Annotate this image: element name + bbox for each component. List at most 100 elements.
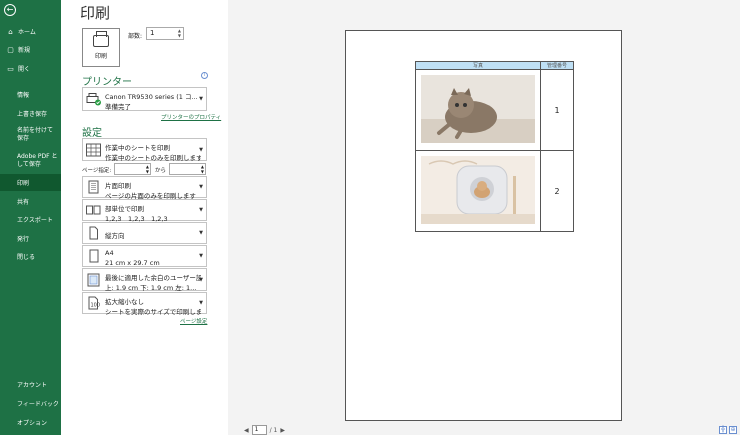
print-scope-desc: 作業中のシートのみを印刷します [105,154,201,162]
margins-title: 最後に適用した余白のユーザー設定 [105,274,201,282]
settings-heading: 設定 [82,128,102,139]
photo-cell [415,150,541,232]
sidebar-item-share[interactable]: 共有 [0,193,61,210]
sidebar-item-label: オプション [17,420,48,427]
printer-status: 準備完了 [105,103,131,111]
sidebar-item-open[interactable]: ▭ 開く [0,60,61,77]
print-scope-dropdown[interactable]: 作業中のシートを印刷 作業中のシートのみを印刷します ▼ [82,138,207,162]
portrait-page-icon [86,226,101,240]
printer-name: Canon TR9530 series (1 コ... [105,93,198,101]
sidebar-item-label: 共有 [17,199,30,206]
printer-properties-link[interactable]: プリンターのプロパティ [161,113,221,121]
sidebar-item-account[interactable]: アカウント [0,376,61,393]
sidebar-item-print[interactable]: 印刷 [0,174,61,191]
sidebar-item-info[interactable]: 情報 [0,86,61,103]
page-to-spinner[interactable]: ▲ ▼ [201,164,204,174]
no-scaling-icon: 100 [86,296,101,310]
next-page-button[interactable]: ▶ [280,427,285,434]
scaling-dropdown[interactable]: 100 拡大縮小なし シートを実際のサイズで印刷します ▼ [82,292,207,316]
sidebar-item-label: ホーム [18,29,36,36]
sidebar-item-save[interactable]: 上書き保存 [0,105,61,122]
sidebar-item-label: エクスポート [17,217,53,224]
print-scope-title: 作業中のシートを印刷 [105,144,170,152]
table-header-row: 写真 管理番号 [415,61,574,70]
new-file-icon: ▢ [7,45,14,54]
sidebar-item-export[interactable]: エクスポート [0,211,61,228]
table-row: 2 [415,150,574,232]
orientation-dropdown[interactable]: 縦方向 ▼ [82,222,207,244]
page-setup-link[interactable]: ページ設定 [180,317,207,325]
page-from-input[interactable]: ▲ ▼ [114,163,151,175]
chevron-down-icon: ▼ [199,300,203,306]
back-arrow-icon[interactable]: ← [4,4,16,16]
sidebar-item-new[interactable]: ▢ 新規 [0,41,61,58]
paper-size-icon [86,249,101,263]
sidebar-item-label: 印刷 [17,180,30,187]
cat-in-box-photo [421,156,535,224]
chevron-down-icon: ▼ [199,96,203,102]
copies-label: 部数: [128,33,143,40]
printer-heading: プリンター [82,77,132,88]
printer-icon [93,31,109,47]
page-navigator: ◀ 1 / 1 ▶ [244,425,285,435]
backstage-sidebar: ← ⌂ ホーム ▢ 新規 ▭ 開く 情報 上書き保存 名前を付けて保存 Adobe P… [0,0,61,435]
page-range-to-label: から [155,168,167,174]
margins-desc: 上: 1.9 cm 下: 1.9 cm 左: 1... [105,284,197,292]
sidebar-item-label: Adobe PDF として保存 [17,153,58,168]
sidebar-item-label: 新規 [18,47,31,54]
current-page-input[interactable]: 1 [251,425,267,435]
total-pages-label: / 1 [269,426,278,434]
sidebar-item-label: 情報 [17,92,30,99]
sidebar-item-close[interactable]: 閉じる [0,248,61,265]
sidebar-item-label: 発行 [17,236,30,243]
chevron-down-icon: ▼ [199,146,203,153]
print-sides-dropdown[interactable]: 片面印刷 ページの片面のみを印刷します ▼ [82,176,207,200]
chevron-down-icon: ▼ [199,184,203,190]
chevron-down-icon: ▼ [199,207,203,213]
home-icon: ⌂ [8,27,13,36]
page-to-input[interactable]: ▲ ▼ [169,163,206,175]
page-from-spinner[interactable]: ▲ ▼ [146,164,149,174]
sidebar-item-label: フィードバック [17,401,59,408]
copies-spinner[interactable]: ▲ ▼ [178,28,181,38]
print-button-label: 印刷 [94,53,107,60]
sidebar-item-label: 閉じる [17,254,36,261]
copies-input[interactable]: 1 ▲ ▼ [146,27,184,40]
sidebar-item-label: アカウント [17,382,48,389]
info-icon[interactable]: i [201,72,208,79]
sidebar-item-label: 開く [18,66,31,73]
paper-size-dropdown[interactable]: A4 21 cm x 29.7 cm ▼ [82,245,207,267]
scaling-title: 拡大縮小なし [105,298,144,306]
sidebar-item-publish[interactable]: 発行 [0,230,61,247]
sheet-grid-icon [86,143,101,156]
svg-text:100: 100 [91,303,101,309]
sidebar-item-save-as-pdf[interactable]: Adobe PDF として保存 [0,149,60,173]
sidebar-item-label: 上書き保存 [17,111,48,118]
scaling-desc: シートを実際のサイズで印刷します [105,308,201,316]
printer-dropdown[interactable]: Canon TR9530 series (1 コ... 準備完了 ▼ [82,87,207,111]
margins-icon [86,273,101,286]
chevron-down-icon: ▼ [199,230,203,236]
sidebar-item-home[interactable]: ⌂ ホーム [0,23,61,40]
column-header-photo: 写真 [415,61,541,70]
cat-on-rug-photo [421,75,535,143]
copies-value: 1 [150,29,155,37]
column-header-number: 管理番号 [540,61,574,70]
sidebar-item-feedback[interactable]: フィードバック [0,395,61,412]
print-button[interactable]: 印刷 [82,28,120,67]
chevron-down-icon: ▼ [199,253,203,259]
printer-ready-icon [86,93,101,106]
preview-view-buttons: ╬ ⊕ [719,426,737,434]
number-cell: 1 [540,69,574,151]
previous-page-button[interactable]: ◀ [244,427,249,434]
number-cell: 2 [540,150,574,232]
collate-dropdown[interactable]: 部単位で印刷 1,2,3 1,2,3 1,2,3 ▼ [82,199,207,223]
sidebar-item-save-as[interactable]: 名前を付けて保存 [0,123,58,147]
one-sided-page-icon [86,180,101,194]
paper-size-desc: 21 cm x 29.7 cm [105,259,160,267]
margins-dropdown[interactable]: 最後に適用した余白のユーザー設定 上: 1.9 cm 下: 1.9 cm 左: … [82,268,207,292]
chevron-down-icon: ▼ [199,276,203,283]
show-margins-icon[interactable]: ╬ [719,426,727,434]
sidebar-item-options[interactable]: オプション [0,414,61,431]
zoom-to-page-icon[interactable]: ⊕ [729,426,737,434]
